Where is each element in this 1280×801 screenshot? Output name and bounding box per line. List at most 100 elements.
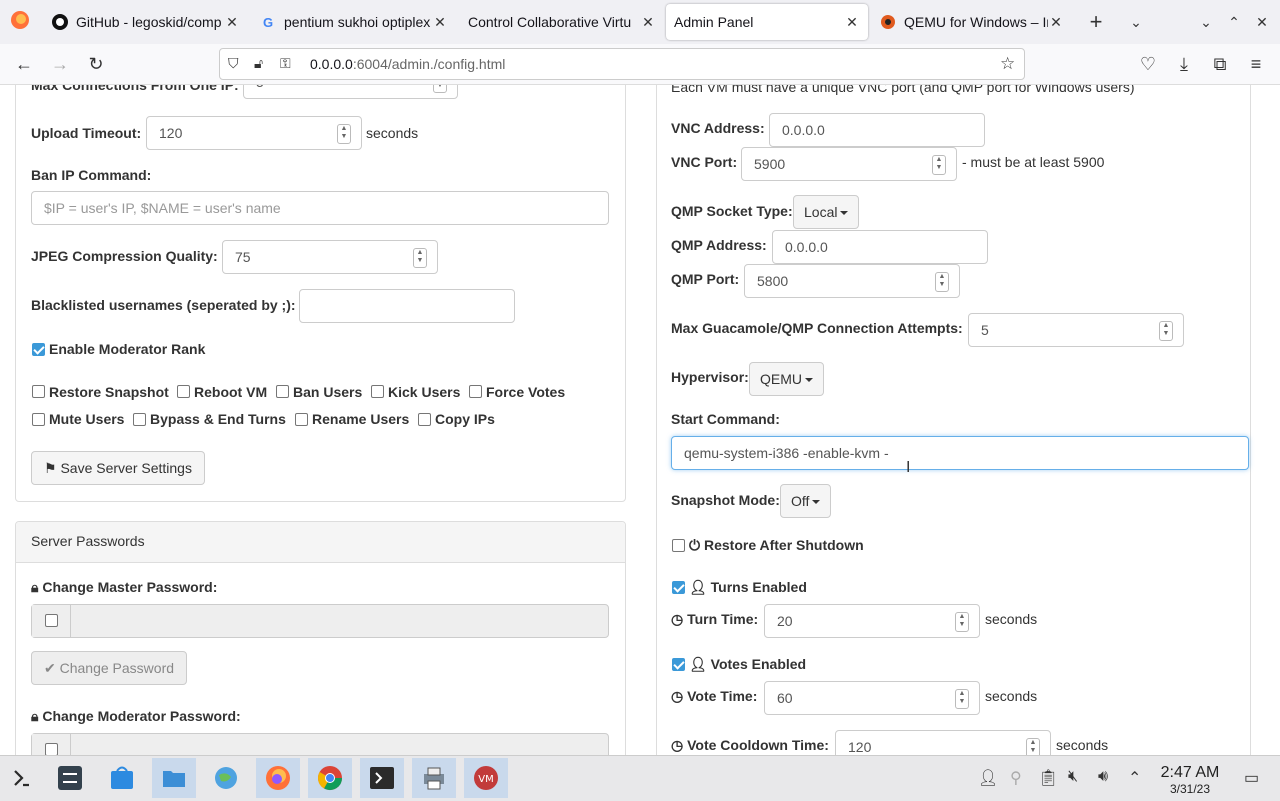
lock-insecure-icon[interactable]: 🔓︎ [254,55,263,72]
restore-after-shutdown-checkbox[interactable] [672,539,685,552]
caret-down-icon [812,500,821,505]
minimize-icon[interactable]: ⌄ [1194,10,1218,34]
spinner-icon[interactable]: ▲▼ [413,248,427,268]
tab-qemu-windows[interactable]: QEMU for Windows – In ✕ [872,4,1072,40]
max-connections-input[interactable]: 5 ▲▼ [243,85,458,99]
extensions-icon[interactable]: ⧉ [1208,52,1232,76]
spinner-icon[interactable]: ▲▼ [1159,321,1173,341]
text-cursor-icon: I [906,459,911,476]
upload-timeout-input[interactable]: 120 ▲ ▼ [146,116,362,150]
kick-users-checkbox[interactable] [371,385,384,398]
printer-icon[interactable] [412,758,456,798]
show-master-password-checkbox[interactable] [45,614,58,627]
clock[interactable]: 2:47 AM 3/31/23 [1158,764,1222,796]
clock-icon: ◷ [671,611,684,627]
close-icon[interactable]: ✕ [432,14,448,31]
web-globe-icon[interactable] [204,758,248,798]
key-icon[interactable]: ⚿ [280,55,291,72]
clipboard-icon[interactable]: 📋︎ [1038,768,1058,788]
power-icon: ⏻ [689,537,701,553]
pocket-icon[interactable]: ♡ [1136,52,1160,76]
close-icon[interactable]: ✕ [224,14,240,31]
user-icon[interactable]: 👤︎ [978,768,998,788]
file-manager-icon[interactable] [152,758,196,798]
show-moderator-password-checkbox[interactable] [45,743,58,755]
tab-admin-panel[interactable]: Admin Panel ✕ [666,4,868,40]
spinner-icon[interactable]: ▲▼ [337,124,351,144]
spinner-icon[interactable]: ▲▼ [1026,738,1040,755]
force-votes-checkbox[interactable] [469,385,482,398]
qmp-port-input[interactable]: 5800 ▲ ▼ [744,264,960,298]
change-password-button[interactable]: ✔ Change Password [31,651,188,685]
jpeg-quality-input[interactable]: 75 ▲ ▼ [222,240,438,274]
ban-users-checkbox[interactable] [276,385,289,398]
spinner-icon[interactable]: ▲▼ [955,689,969,709]
firefox-icon[interactable] [256,758,300,798]
spinner-icon[interactable]: ▲▼ [433,85,447,93]
blacklist-input[interactable] [299,289,515,323]
muted-speaker-icon[interactable]: 🔇︎ [1068,768,1078,786]
label-text: Turn Time: [687,611,759,627]
ban-ip-input[interactable]: $IP = user's IP, $NAME = user's name [31,191,609,225]
vnc-address-input[interactable]: 0.0.0.0 [769,113,985,147]
software-store-icon[interactable] [100,758,144,798]
url-text[interactable]: 0.0.0.0:6004/admin./config.html [310,56,505,72]
vote-time-input[interactable]: 60 ▲ ▼ [764,681,980,715]
tab-control-collaborative[interactable]: Control Collaborative Virtu ✕ [460,4,664,40]
hamburger-menu-icon[interactable]: ≡ [1244,52,1268,76]
seconds-unit: seconds [1056,737,1109,753]
dropdown-value: QEMU [760,371,802,387]
spinner-icon[interactable]: ▲▼ [935,272,949,292]
tab-google-search[interactable]: G pentium sukhoi optiplex ✕ [252,4,456,40]
restore-snapshot-checkbox[interactable] [32,385,45,398]
bypass-end-turns-checkbox[interactable] [133,413,146,426]
tab-list-chevron-icon[interactable]: ⌄ [1124,10,1148,34]
close-window-icon[interactable]: ✕ [1250,10,1274,34]
hypervisor-dropdown[interactable]: QEMU [749,362,824,396]
copy-ips-checkbox[interactable] [418,413,431,426]
app-launcher-icon[interactable] [0,758,44,798]
tray-expand-icon[interactable]: ⌃ [1128,768,1141,788]
qmp-address-input[interactable]: 0.0.0.0 [772,230,988,264]
firefox-menu-icon[interactable] [8,10,32,34]
spinner-icon[interactable]: ▲▼ [932,155,946,175]
shield-icon[interactable]: ⛉ [228,55,239,72]
seconds-unit: seconds [985,611,1038,627]
snapshot-mode-label: Snapshot Mode: [671,492,780,508]
close-icon[interactable]: ✕ [640,14,656,31]
snapshot-mode-dropdown[interactable]: Off [780,484,832,518]
qmp-socket-type-dropdown[interactable]: Local [793,195,860,229]
rename-users-checkbox[interactable] [295,413,308,426]
forward-icon[interactable]: → [48,52,72,76]
chrome-icon[interactable] [308,758,352,798]
terminal-icon[interactable] [360,758,404,798]
tab-github[interactable]: GitHub - legoskid/comp ✕ [44,4,248,40]
new-tab-icon[interactable]: + [1084,10,1108,34]
vnc-address-label: VNC Address: [671,120,765,136]
downloads-icon[interactable]: ⤓ [1172,52,1196,76]
turns-enabled-checkbox[interactable] [672,581,685,594]
vnc-port-input[interactable]: 5900 ▲ ▼ [741,147,957,181]
reload-icon[interactable]: ↻ [84,52,108,76]
network-icon[interactable]: ⚲ [1010,768,1022,788]
close-icon[interactable]: ✕ [844,14,860,31]
vote-cooldown-input[interactable]: 120 ▲ ▼ [835,730,1051,755]
virt-manager-icon[interactable]: VM [464,758,508,798]
volume-icon[interactable]: 🔊︎ [1098,768,1108,786]
start-command-input[interactable]: qemu-system-i386 -enable-kvm - [671,436,1249,470]
close-icon[interactable]: ✕ [1048,14,1064,31]
max-attempts-input[interactable]: 5 ▲ ▼ [968,313,1184,347]
bookmark-star-icon[interactable]: ☆ [1000,54,1015,74]
reboot-vm-checkbox[interactable] [177,385,190,398]
back-icon[interactable]: ← [12,52,36,76]
maximize-icon[interactable]: ⌃ [1222,10,1246,34]
votes-enabled-checkbox[interactable] [672,658,685,671]
system-settings-icon[interactable] [48,758,92,798]
mute-users-checkbox[interactable] [32,413,45,426]
turn-time-input[interactable]: 20 ▲ ▼ [764,604,980,638]
show-desktop-icon[interactable]: ▭ [1244,768,1259,788]
save-server-settings-button[interactable]: ⚑ Save Server Settings [31,451,205,485]
enable-moderator-checkbox[interactable] [32,343,45,356]
spinner-icon[interactable]: ▲▼ [955,612,969,632]
url-bar[interactable]: ⛉ 🔓︎ ⚿ 0.0.0.0:6004/admin./config.html ☆ [219,48,1025,80]
